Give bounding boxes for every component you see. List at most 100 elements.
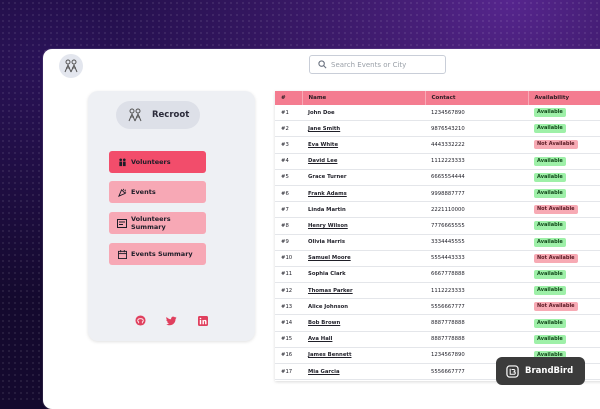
table-row[interactable]: #7Linda Martin2221110000Not Available — [275, 202, 600, 218]
table-row[interactable]: #12Thomas Parker1112223333 Available — [275, 283, 600, 299]
status-badge: Available — [534, 238, 566, 247]
status-badge: Available — [534, 270, 566, 279]
brand-pill[interactable]: Recroot — [116, 101, 200, 129]
watermark-text: BrandBird — [525, 366, 573, 376]
table-row[interactable]: #1John Doe1234567890Available — [275, 105, 600, 121]
table-row[interactable]: #4David Lee1112223333 Available — [275, 153, 600, 169]
row-id: #7 — [275, 202, 302, 218]
availability-cell: Not Available — [528, 137, 600, 153]
availability-cell: Available — [528, 153, 600, 169]
row-id: #11 — [275, 266, 302, 282]
table-row[interactable]: #14Bob Brown8887778888Available — [275, 315, 600, 331]
brand-logo-icon — [124, 104, 146, 126]
row-id: #5 — [275, 169, 302, 185]
availability-cell: Available — [528, 234, 600, 250]
volunteer-name-link[interactable]: Liam Scott — [302, 380, 425, 381]
column-header-name[interactable]: Name — [302, 91, 425, 105]
volunteer-contact: 5554443333 — [425, 250, 528, 266]
status-badge: Available — [534, 108, 566, 117]
people-icon — [117, 157, 127, 167]
availability-cell: Available — [528, 331, 600, 347]
volunteer-name: Alice Johnson — [302, 299, 425, 315]
sidebar: Recroot Volunteers Events Volunteers Sum… — [88, 91, 255, 341]
github-icon[interactable] — [135, 315, 146, 326]
volunteer-contact: 1234567890 — [425, 105, 528, 121]
status-badge: Available — [534, 286, 566, 295]
table-row[interactable]: #10Samuel Moore5554443333Not Available — [275, 250, 600, 266]
social-links — [88, 315, 255, 326]
sidebar-item-label: Events Summary — [131, 250, 193, 258]
volunteer-name-link[interactable]: David Lee — [302, 153, 425, 169]
volunteer-name-link[interactable]: Henry Wilson — [302, 218, 425, 234]
sidebar-item-label: Volunteers — [131, 158, 171, 166]
availability-cell: Not Available — [528, 250, 600, 266]
volunteer-contact: 6665554444 — [425, 169, 528, 185]
sidebar-item-events-summary[interactable]: Events Summary — [109, 243, 206, 265]
search-box[interactable] — [309, 55, 446, 74]
volunteer-name-link[interactable]: Thomas Parker — [302, 283, 425, 299]
status-badge: Available — [534, 124, 566, 133]
volunteer-contact: 9876543210 — [425, 121, 528, 137]
volunteer-name-link[interactable]: Mia Garcia — [302, 364, 425, 380]
table-row[interactable]: #8Henry Wilson7776665555Available — [275, 218, 600, 234]
calendar-summary-icon — [117, 249, 127, 259]
status-badge: Available — [534, 173, 566, 182]
sidebar-item-label: Volunteers Summary — [131, 215, 206, 231]
volunteer-contact: 3334445555 — [425, 234, 528, 250]
volunteer-name-link[interactable]: Samuel Moore — [302, 250, 425, 266]
twitter-icon[interactable] — [166, 315, 177, 326]
sidebar-item-label: Events — [131, 188, 156, 196]
availability-cell: Not Available — [528, 202, 600, 218]
row-id: #4 — [275, 153, 302, 169]
volunteer-contact: 1112223333 — [425, 153, 528, 169]
row-id: #1 — [275, 105, 302, 121]
table-row[interactable]: #15Ava Hall8887778888Available — [275, 331, 600, 347]
table-row[interactable]: #9Olivia Harris3334445555Available — [275, 234, 600, 250]
brandbird-logo-icon — [505, 364, 519, 378]
row-id: #2 — [275, 121, 302, 137]
status-badge: Available — [534, 221, 566, 230]
volunteer-name-link[interactable]: Bob Brown — [302, 315, 425, 331]
status-badge: Available — [534, 157, 566, 166]
row-id: #8 — [275, 218, 302, 234]
row-id: #15 — [275, 331, 302, 347]
table-row[interactable]: #6Frank Adams9998887777Available — [275, 185, 600, 201]
volunteer-contact: 1112223333 — [425, 283, 528, 299]
row-id: #17 — [275, 364, 302, 380]
availability-cell: Available — [528, 121, 600, 137]
volunteer-name-link[interactable]: Jane Smith — [302, 121, 425, 137]
availability-cell: Available — [528, 185, 600, 201]
volunteer-name-link[interactable]: Ava Hall — [302, 331, 425, 347]
table-body: #1John Doe1234567890Available#2Jane Smit… — [275, 105, 600, 381]
volunteer-contact: 8887778888 — [425, 331, 528, 347]
brandbird-watermark: BrandBird — [496, 357, 585, 385]
row-id: #10 — [275, 250, 302, 266]
column-header-availability[interactable]: Availability — [528, 91, 600, 105]
row-id: #12 — [275, 283, 302, 299]
volunteer-name-link[interactable]: James Bennett — [302, 347, 425, 363]
volunteer-name-link[interactable]: Frank Adams — [302, 185, 425, 201]
availability-cell: Available — [528, 283, 600, 299]
availability-cell: Available — [528, 266, 600, 282]
linkedin-icon[interactable] — [197, 315, 208, 326]
sidebar-item-volunteers[interactable]: Volunteers — [109, 151, 206, 173]
volunteer-name: Grace Turner — [302, 169, 425, 185]
sidebar-item-volunteers-summary[interactable]: Volunteers Summary — [109, 212, 206, 234]
table-row[interactable]: #3Eva White4443332222Not Available — [275, 137, 600, 153]
volunteer-contact: 2221110000 — [425, 202, 528, 218]
table-row[interactable]: #13Alice Johnson5556667777Not Available — [275, 299, 600, 315]
volunteer-name-link[interactable]: Eva White — [302, 137, 425, 153]
table-row[interactable]: #2Jane Smith9876543210 Available — [275, 121, 600, 137]
volunteers-table: # Name Contact Availability #1John Doe12… — [275, 91, 600, 381]
status-badge: Not Available — [534, 205, 578, 214]
sidebar-item-events[interactable]: Events — [109, 181, 206, 203]
app-logo-icon[interactable] — [59, 54, 83, 78]
column-header-contact[interactable]: Contact — [425, 91, 528, 105]
table-row[interactable]: #5Grace Turner6665554444 Available — [275, 169, 600, 185]
search-input[interactable] — [331, 61, 441, 69]
status-badge: Not Available — [534, 302, 578, 311]
availability-cell: Available — [528, 169, 600, 185]
table-row[interactable]: #11Sophia Clark6667778888Available — [275, 266, 600, 282]
celebration-icon — [117, 187, 127, 197]
column-header-id[interactable]: # — [275, 91, 302, 105]
